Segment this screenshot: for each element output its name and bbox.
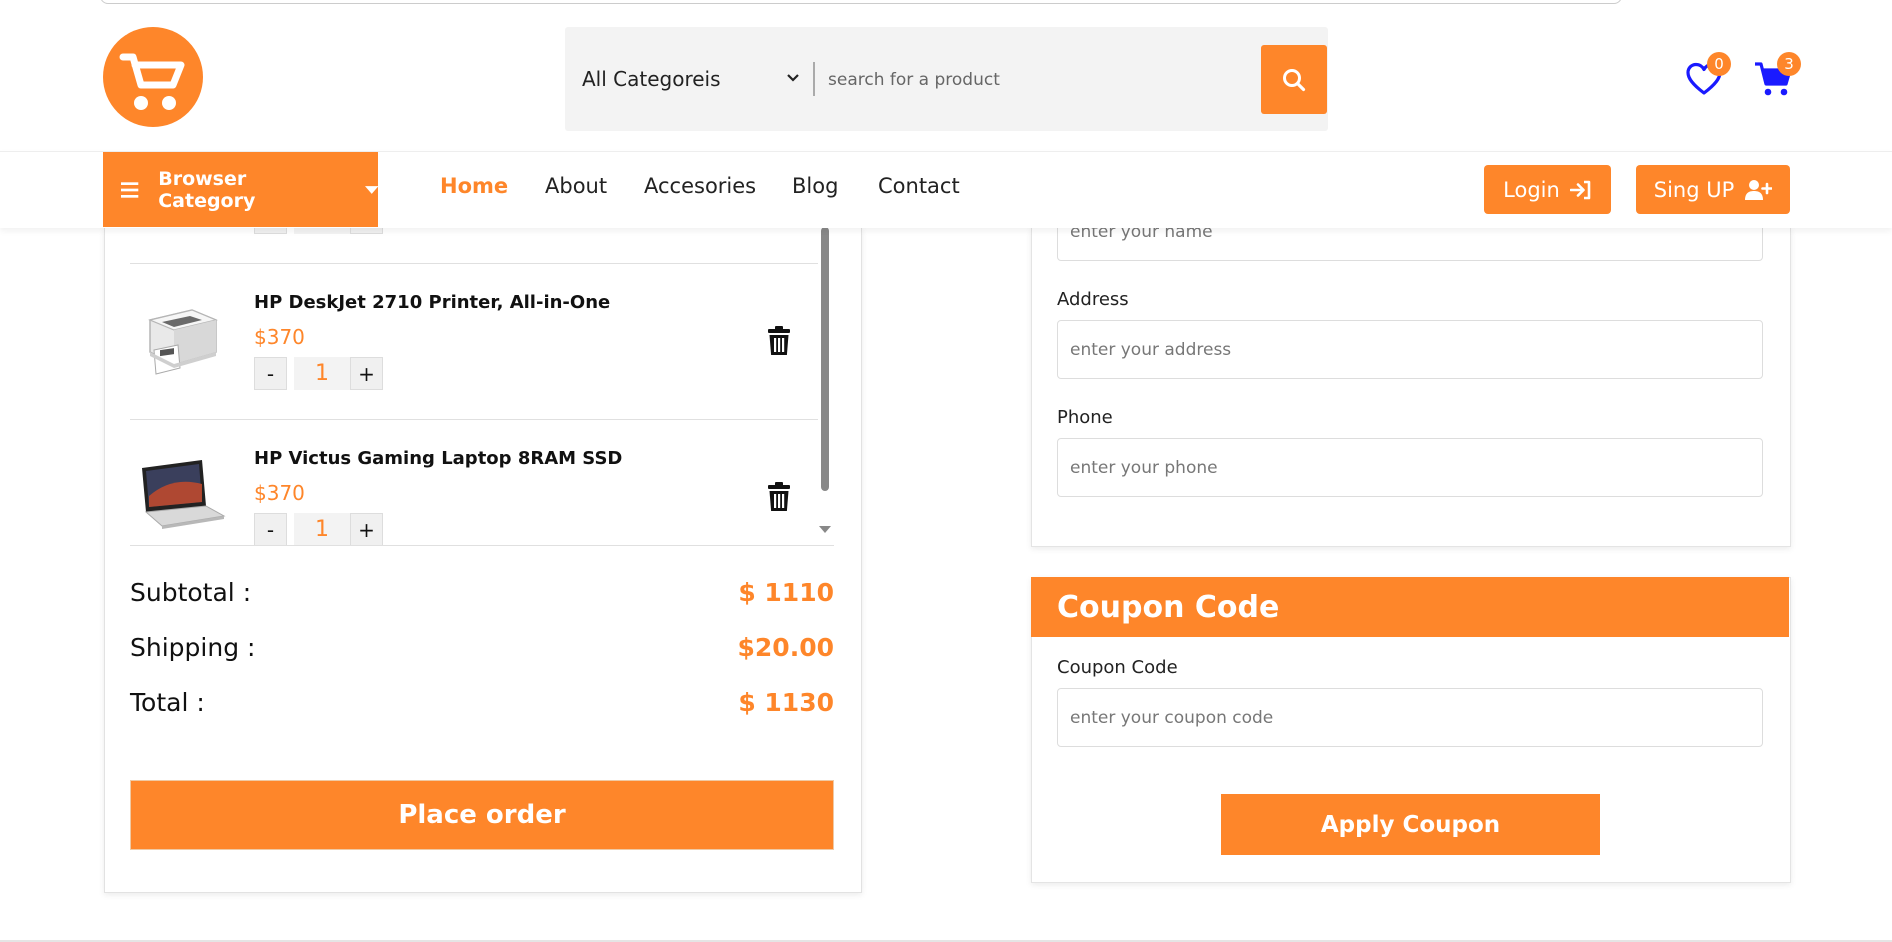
total-value: $ 1130 [738,688,834,717]
chevron-down-icon[interactable] [783,68,803,88]
user-plus-icon [1745,179,1773,200]
browse-category-button[interactable]: Browser Category [103,152,378,227]
subtotal-value: $ 1110 [738,578,834,607]
search-divider [813,62,815,96]
coupon-label: Coupon Code [1057,657,1178,678]
search-button[interactable] [1261,45,1327,114]
menu-icon [121,181,139,198]
total-label: Total : [130,688,205,717]
cart-item-name[interactable]: HP DeskJet 2710 Printer, All-in-One [254,292,610,313]
category-select[interactable]: All Categoreis [582,62,802,96]
search-icon [1283,68,1306,91]
signup-button[interactable]: Sing UP [1636,165,1790,214]
laptop-product-image [142,460,226,529]
cart-count-badge: 3 [1777,52,1801,76]
login-button[interactable]: Login [1484,165,1611,214]
qty-decrease-button[interactable]: - [254,357,287,390]
nav-about[interactable]: About [545,174,607,198]
wishlist-count-badge: 0 [1707,52,1731,76]
trash-icon[interactable] [766,482,792,512]
address-label: Address [1057,289,1129,310]
qty-increase-button[interactable]: + [350,513,383,546]
printer-product-image [148,309,218,375]
place-order-button[interactable]: Place order [130,780,834,850]
apply-coupon-button[interactable]: Apply Coupon [1221,794,1600,855]
phone-label: Phone [1057,407,1113,428]
top-strip [100,0,1622,4]
nav-contact[interactable]: Contact [878,174,960,198]
nav-blog[interactable]: Blog [792,174,838,198]
cart-item-divider [130,419,818,420]
shipping-value: $20.00 [737,633,834,662]
nav-accesories[interactable]: Accesories [644,174,756,198]
login-label: Login [1503,177,1560,202]
search-input[interactable] [826,62,1240,98]
shipping-label: Shipping : [130,633,256,662]
coupon-field[interactable] [1057,688,1763,747]
cart-scrollbar-thumb[interactable] [821,227,829,491]
qty-increase-button[interactable]: + [350,357,383,390]
category-select-value: All Categoreis [582,67,721,91]
caret-down-icon [364,185,378,194]
cart-item-divider [130,263,818,264]
address-field[interactable] [1057,320,1763,379]
cart-item-name[interactable]: HP Victus Gaming Laptop 8RAM SSD [254,448,622,469]
phone-field[interactable] [1057,438,1763,497]
cart-item-price: $370 [254,481,305,505]
browse-category-label: Browser Category [158,167,256,212]
qty-value: 1 [294,513,350,546]
sign-in-icon [1569,180,1591,199]
shipping-form-card [1031,227,1791,547]
scroll-down-arrow-icon[interactable] [818,525,832,535]
subtotal-label: Subtotal : [130,578,252,607]
cart-item-price: $370 [254,325,305,349]
qty-value: 1 [294,357,350,390]
coupon-card-title: Coupon Code [1031,577,1789,637]
logo[interactable] [103,27,203,127]
trash-icon[interactable] [766,326,792,356]
qty-decrease-button[interactable]: - [254,513,287,546]
cart-logo-icon [119,53,185,110]
nav-home[interactable]: Home [440,174,508,198]
signup-label: Sing UP [1653,177,1735,202]
cart-list-bottom-divider [130,545,834,546]
